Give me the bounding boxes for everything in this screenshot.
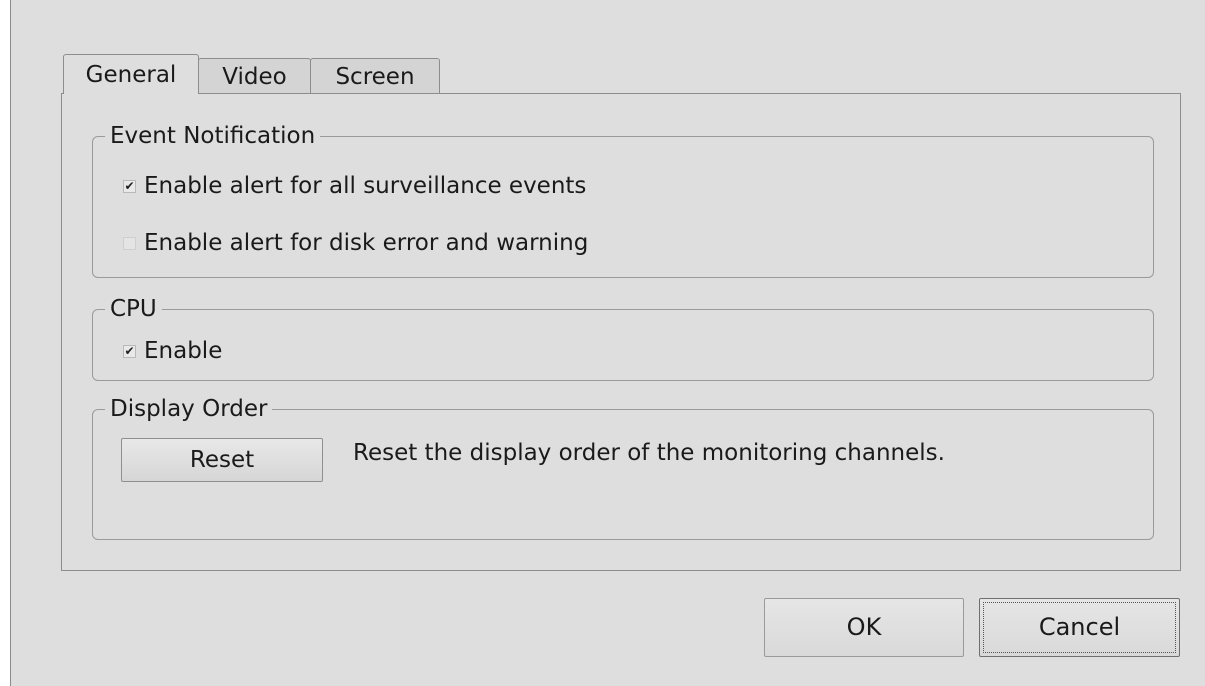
cancel-button-label: Cancel	[1038, 613, 1121, 641]
cpu-enable-label: Enable	[144, 338, 223, 364]
tab-screen[interactable]: Screen	[310, 58, 440, 94]
ok-button[interactable]: OK	[764, 598, 964, 657]
cancel-button[interactable]: Cancel	[979, 598, 1180, 657]
cpu-title: CPU	[105, 294, 162, 324]
check-icon: ✔	[124, 179, 135, 193]
tab-general[interactable]: General	[63, 54, 199, 94]
ok-button-label: OK	[846, 613, 882, 641]
surveillance-alert-checkbox[interactable]: ✔	[123, 179, 136, 193]
display-order-group: Display Order Reset Reset the display or…	[92, 394, 1154, 540]
surveillance-alert-option[interactable]: ✔ Enable alert for all surveillance even…	[123, 173, 586, 199]
event-notification-group: Event Notification ✔ Enable alert for al…	[92, 121, 1154, 278]
cpu-group: CPU ✔ Enable	[92, 294, 1154, 381]
event-notification-title: Event Notification	[105, 121, 321, 151]
cpu-enable-option[interactable]: ✔ Enable	[123, 338, 222, 364]
cpu-enable-checkbox[interactable]: ✔	[123, 344, 136, 358]
reset-description: Reset the display order of the monitorin…	[353, 440, 945, 466]
display-order-title: Display Order	[105, 394, 273, 424]
general-tab-panel: Event Notification ✔ Enable alert for al…	[61, 93, 1181, 571]
surveillance-alert-label: Enable alert for all surveillance events	[144, 173, 587, 199]
disk-error-alert-label: Enable alert for disk error and warning	[144, 230, 589, 256]
settings-dialog: General Video Screen Event Notification …	[10, 0, 1205, 686]
disk-error-alert-checkbox[interactable]	[123, 236, 136, 250]
check-icon: ✔	[124, 344, 135, 358]
tab-bar: General Video Screen	[63, 54, 440, 94]
disk-error-alert-option[interactable]: Enable alert for disk error and warning	[123, 230, 588, 256]
tab-video[interactable]: Video	[198, 58, 311, 94]
reset-button[interactable]: Reset	[121, 438, 323, 482]
